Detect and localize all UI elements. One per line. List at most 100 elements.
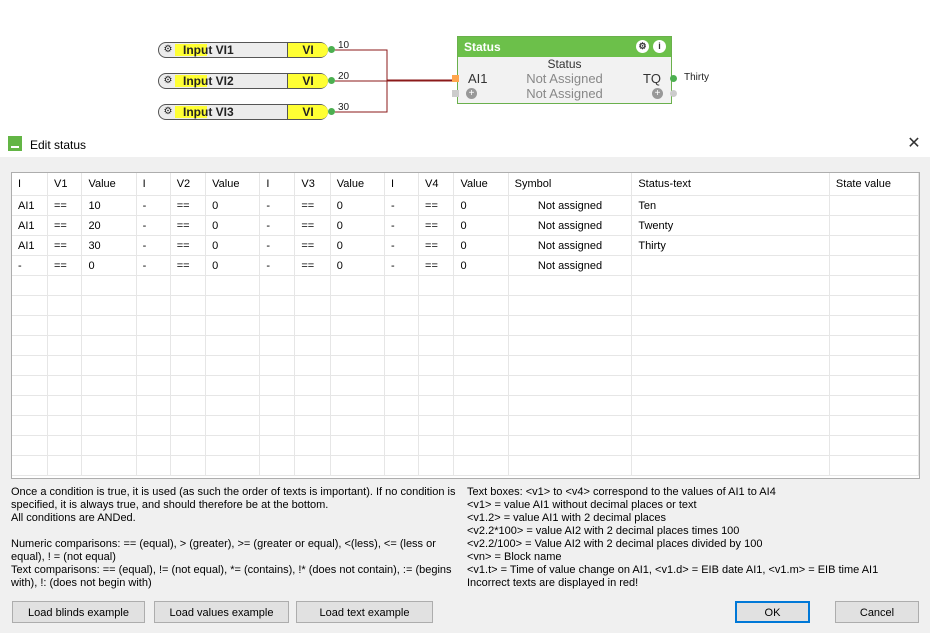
table-cell[interactable]: == — [294, 235, 331, 256]
table-row[interactable]: AI1 == 30- == 0- == 0- == 0 Not assigned Thirty — [12, 235, 919, 256]
table-cell[interactable]: 0 — [453, 215, 509, 236]
table-cell[interactable] — [47, 375, 83, 396]
table-cell[interactable] — [170, 295, 207, 316]
table-cell[interactable] — [294, 375, 331, 396]
table-cell[interactable] — [829, 275, 919, 296]
table-cell[interactable] — [47, 335, 83, 356]
table-cell[interactable] — [330, 395, 385, 416]
table-cell[interactable]: == — [47, 215, 83, 236]
table-cell[interactable] — [170, 375, 207, 396]
table-cell[interactable] — [829, 235, 919, 256]
table-cell[interactable]: - — [136, 215, 171, 236]
table-cell[interactable] — [294, 315, 331, 336]
table-cell[interactable] — [418, 275, 455, 296]
table-cell[interactable] — [384, 275, 420, 296]
table-cell[interactable] — [170, 395, 207, 416]
table-cell[interactable] — [170, 335, 207, 356]
output-pin[interactable] — [328, 77, 335, 84]
load-values-example-button[interactable]: Load values example — [154, 601, 289, 623]
table-cell[interactable] — [453, 455, 509, 476]
table-cell[interactable] — [453, 375, 509, 396]
table-cell[interactable]: - — [259, 235, 296, 256]
table-cell[interactable]: == — [170, 235, 207, 256]
table-cell[interactable] — [453, 415, 509, 436]
table-cell[interactable]: Twenty — [631, 215, 830, 236]
table-cell[interactable] — [81, 315, 137, 336]
table-cell[interactable] — [12, 395, 48, 416]
input-vi2-block[interactable]: ⚙ Input VI2 VI — [158, 73, 328, 89]
table-cell[interactable]: 0 — [330, 215, 385, 236]
table-cell[interactable] — [453, 395, 509, 416]
table-cell[interactable] — [47, 415, 83, 436]
table-cell[interactable] — [294, 355, 331, 376]
table-cell[interactable] — [384, 395, 420, 416]
load-text-example-button[interactable]: Load text example — [296, 601, 433, 623]
table-cell[interactable] — [330, 355, 385, 376]
table-cell[interactable] — [259, 275, 296, 296]
table-cell[interactable] — [418, 335, 455, 356]
table-cell[interactable] — [205, 435, 261, 456]
table-cell[interactable] — [330, 275, 385, 296]
table-cell[interactable] — [259, 315, 296, 336]
gear-icon[interactable]: ⚙ — [636, 40, 649, 53]
table-cell[interactable] — [508, 355, 633, 376]
table-cell[interactable] — [259, 435, 296, 456]
table-cell[interactable]: 10 — [81, 195, 137, 216]
add-output-icon[interactable]: + — [652, 88, 663, 99]
table-cell[interactable] — [631, 335, 830, 356]
table-row[interactable] — [12, 435, 919, 456]
table-row[interactable] — [12, 275, 919, 296]
table-cell[interactable] — [631, 415, 830, 436]
table-cell[interactable] — [136, 295, 171, 316]
table-cell[interactable]: == — [47, 235, 83, 256]
table-cell[interactable] — [47, 355, 83, 376]
table-cell[interactable] — [384, 355, 420, 376]
table-cell[interactable] — [453, 275, 509, 296]
table-cell[interactable]: - — [136, 235, 171, 256]
table-cell[interactable] — [136, 335, 171, 356]
table-cell[interactable] — [384, 295, 420, 316]
table-cell[interactable]: == — [170, 195, 207, 216]
table-row[interactable] — [12, 335, 919, 356]
table-cell[interactable] — [81, 295, 137, 316]
table-cell[interactable]: 0 — [453, 235, 509, 256]
table-cell[interactable] — [136, 395, 171, 416]
table-cell[interactable] — [330, 315, 385, 336]
status-block[interactable]: Status ⚙ i Status AI1 Not Assigned TQ + … — [452, 36, 677, 104]
table-cell[interactable] — [81, 455, 137, 476]
table-cell[interactable]: Not assigned — [508, 195, 633, 216]
table-cell[interactable] — [508, 275, 633, 296]
table-cell[interactable] — [136, 315, 171, 336]
table-cell[interactable] — [330, 295, 385, 316]
table-cell[interactable] — [330, 335, 385, 356]
table-cell[interactable] — [453, 355, 509, 376]
table-row[interactable]: AI1 == 20- == 0- == 0- == 0 Not assigned Twenty — [12, 215, 919, 236]
table-cell[interactable]: == — [47, 195, 83, 216]
status-table[interactable]: I V1 Value I V2 Value I V3 Value I V4 Value Symbol St… — [11, 172, 920, 479]
table-cell[interactable]: == — [170, 255, 207, 276]
table-cell[interactable] — [294, 295, 331, 316]
table-cell[interactable]: 0 — [81, 255, 137, 276]
table-cell[interactable] — [259, 375, 296, 396]
table-cell[interactable] — [205, 275, 261, 296]
table-row[interactable] — [12, 375, 919, 396]
table-cell[interactable] — [453, 315, 509, 336]
table-cell[interactable]: - — [259, 255, 296, 276]
table-cell[interactable] — [205, 375, 261, 396]
table-cell[interactable]: 0 — [330, 255, 385, 276]
table-cell[interactable] — [418, 375, 455, 396]
table-cell[interactable] — [12, 295, 48, 316]
table-cell[interactable]: 0 — [205, 195, 261, 216]
table-cell[interactable]: Not assigned — [508, 235, 633, 256]
table-cell[interactable]: AI1 — [12, 215, 48, 236]
table-cell[interactable] — [384, 315, 420, 336]
table-cell[interactable] — [205, 415, 261, 436]
table-cell[interactable] — [829, 455, 919, 476]
table-cell[interactable] — [418, 455, 455, 476]
table-cell[interactable] — [453, 435, 509, 456]
table-cell[interactable] — [259, 335, 296, 356]
table-cell[interactable] — [294, 415, 331, 436]
table-cell[interactable]: == — [418, 235, 455, 256]
table-cell[interactable] — [294, 275, 331, 296]
table-cell[interactable]: - — [12, 255, 48, 276]
